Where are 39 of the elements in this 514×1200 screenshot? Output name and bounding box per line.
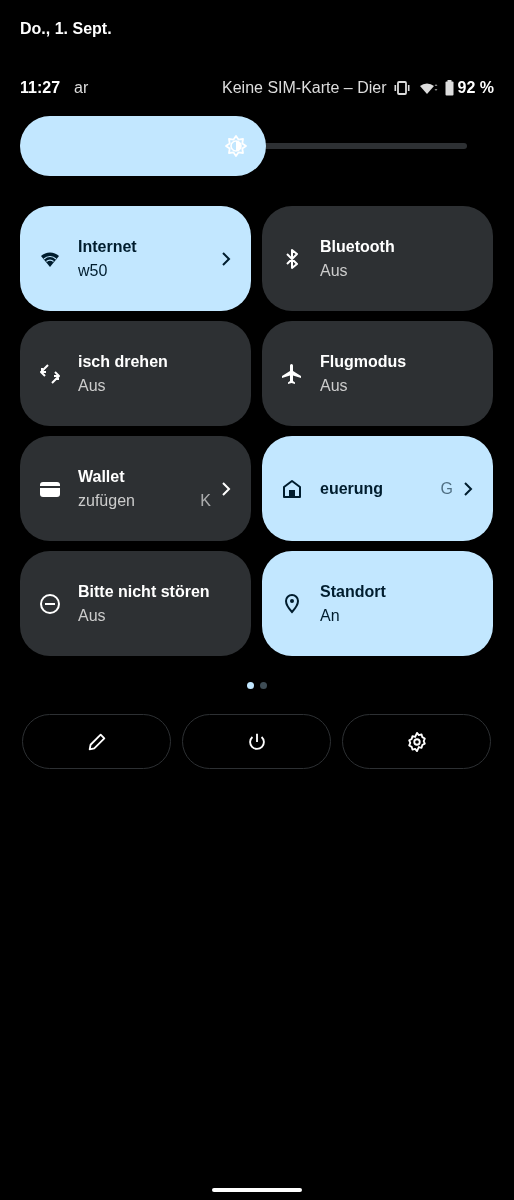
- quick-setting-tile[interactable]: Standort An: [262, 551, 493, 656]
- quick-setting-tile[interactable]: Internet w50: [20, 206, 251, 311]
- tile-subtitle: Aus: [78, 606, 106, 625]
- tile-subtitle: zufügen: [78, 491, 135, 510]
- carrier-text: ar: [74, 79, 89, 97]
- airplane-icon: [280, 361, 304, 386]
- quick-setting-tile[interactable]: Bluetooth Aus: [262, 206, 493, 311]
- clock-text: 11:27: [20, 79, 61, 97]
- tile-title: Bitte nicht stören: [78, 582, 210, 601]
- brightness-slider[interactable]: [20, 116, 467, 176]
- tile-title: Internet: [78, 237, 137, 256]
- battery-icon: [444, 80, 454, 96]
- tile-subtitle-fragment: K: [200, 491, 212, 510]
- tile-subtitle: Aus: [320, 261, 348, 280]
- network-text: Keine SIM-Karte – Dier: [222, 79, 387, 97]
- tile-title: euerung: [320, 479, 384, 498]
- settings-icon: [405, 730, 428, 753]
- brightness-icon: [223, 134, 248, 158]
- quick-setting-tile[interactable]: Flugmodus Aus: [262, 321, 493, 426]
- tile-title: Bluetooth: [320, 237, 395, 256]
- tile-title: Flugmodus: [320, 352, 407, 371]
- do-not-disturb-icon: [38, 591, 62, 616]
- quick-setting-tile[interactable]: Wallet zufügen K: [20, 436, 251, 541]
- tile-subtitle: An: [320, 606, 340, 625]
- tile-title-fragment: G: [440, 479, 454, 498]
- rotate-icon: [38, 361, 62, 386]
- brightness-fill[interactable]: [20, 116, 266, 176]
- date-text: Do., 1. Sept.: [20, 20, 112, 38]
- tile-subtitle: w50: [78, 261, 108, 280]
- battery-text: 92 %: [457, 79, 494, 97]
- tile-title: Wallet: [78, 467, 125, 486]
- tile-subtitle: Aus: [320, 376, 348, 395]
- quick-setting-tile[interactable]: Bitte nicht stören Aus: [20, 551, 251, 656]
- vibrate-icon: [392, 81, 411, 95]
- quick-setting-tile[interactable]: euerung G: [262, 436, 493, 541]
- tile-title: Standort: [320, 582, 386, 601]
- tile-subtitle: Aus: [78, 376, 106, 395]
- tile-title: isch drehen: [78, 352, 168, 371]
- quick-setting-tile[interactable]: isch drehen Aus: [20, 321, 251, 426]
